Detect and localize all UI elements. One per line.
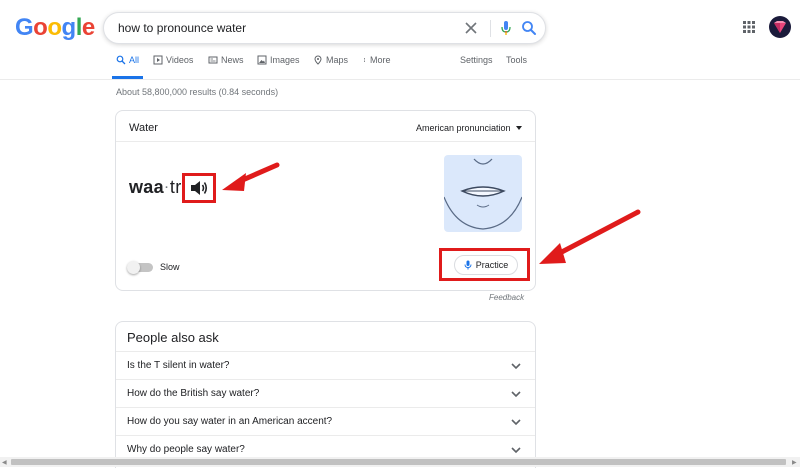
scroll-left-arrow-icon[interactable]: ◀ xyxy=(2,459,7,466)
tools-link[interactable]: Tools xyxy=(506,55,527,65)
slow-toggle[interactable] xyxy=(127,261,153,274)
question-text: Why do people say water? xyxy=(127,444,245,455)
tab-news[interactable]: News xyxy=(208,55,244,65)
tab-images[interactable]: Images xyxy=(257,55,300,65)
google-logo[interactable]: Google xyxy=(15,14,95,42)
image-icon xyxy=(257,55,267,65)
chevron-down-icon xyxy=(511,391,521,398)
horizontal-scrollbar[interactable]: ◀ ▶ xyxy=(0,457,800,467)
syllable: waa xyxy=(129,177,164,197)
practice-label: Practice xyxy=(475,260,509,270)
mouth-animation-image xyxy=(444,155,522,232)
syllable: tr xyxy=(169,177,182,197)
chevron-down-icon xyxy=(511,363,521,370)
question-text: How do you say water in an American acce… xyxy=(127,416,333,427)
settings-label: Settings xyxy=(460,55,493,65)
more-vertical-icon xyxy=(364,58,365,62)
practice-highlight: Practice xyxy=(439,248,530,281)
microphone-icon xyxy=(464,260,472,270)
chevron-down-icon xyxy=(511,447,521,454)
tab-all[interactable]: All xyxy=(116,55,139,65)
paa-question[interactable]: Is the T silent in water? xyxy=(116,351,535,380)
search-icon[interactable] xyxy=(520,19,538,37)
news-icon xyxy=(208,56,218,64)
people-also-ask: People also ask Is the T silent in water… xyxy=(115,321,536,468)
tab-maps[interactable]: Maps xyxy=(313,55,348,65)
tab-label: More xyxy=(370,55,391,65)
results-stats: About 58,800,000 results (0.84 seconds) xyxy=(116,87,279,97)
paa-question[interactable]: How do you say water in an American acce… xyxy=(116,407,535,436)
apps-grid-icon[interactable] xyxy=(742,20,756,34)
settings-link[interactable]: Settings xyxy=(460,55,493,65)
search-tabs: All Videos News Images Maps More Setting… xyxy=(0,48,800,80)
tab-label: Images xyxy=(270,55,300,65)
logo-letter: o xyxy=(47,14,62,41)
toggle-knob xyxy=(127,261,140,274)
microphone-icon[interactable] xyxy=(497,19,515,37)
close-icon[interactable] xyxy=(461,18,481,38)
tab-label: All xyxy=(129,55,140,65)
map-pin-icon xyxy=(314,55,322,65)
tools-label: Tools xyxy=(506,55,528,65)
card-divider xyxy=(116,141,535,142)
search-divider xyxy=(490,20,491,37)
logo-letter: o xyxy=(33,14,48,41)
tab-more[interactable]: More xyxy=(362,55,391,65)
account-avatar[interactable] xyxy=(769,16,791,38)
question-text: How do the British say water? xyxy=(127,388,260,399)
video-icon xyxy=(153,55,163,65)
question-text: Is the T silent in water? xyxy=(127,360,230,371)
play-pronunciation-button[interactable] xyxy=(182,173,216,203)
tab-videos[interactable]: Videos xyxy=(153,55,193,65)
feedback-link[interactable]: Feedback xyxy=(489,293,524,302)
pronunciation-word: Water xyxy=(129,122,158,134)
accent-selector[interactable]: American pronunciation xyxy=(416,123,523,133)
practice-button[interactable]: Practice xyxy=(454,255,518,275)
accent-label: American pronunciation xyxy=(416,123,511,133)
active-tab-indicator xyxy=(112,76,143,79)
mouth-illustration-icon xyxy=(444,158,522,230)
paa-title: People also ask xyxy=(127,330,219,345)
logo-letter: e xyxy=(81,14,95,41)
search-icon xyxy=(116,55,126,65)
speaker-icon xyxy=(191,181,208,195)
avatar-gem-icon xyxy=(774,21,786,33)
scroll-right-arrow-icon[interactable]: ▶ xyxy=(792,459,797,466)
logo-letter: G xyxy=(15,14,34,41)
search-input[interactable]: how to pronounce water xyxy=(118,21,246,35)
tab-label: News xyxy=(221,55,244,65)
slow-label: Slow xyxy=(160,262,180,272)
logo-letter: g xyxy=(61,14,77,41)
search-bar[interactable]: how to pronounce water xyxy=(103,12,546,44)
dropdown-triangle-icon xyxy=(516,126,523,130)
tab-label: Maps xyxy=(326,55,349,65)
paa-question[interactable]: How do the British say water? xyxy=(116,379,535,408)
syllable-separator: · xyxy=(164,182,169,195)
pronunciation-card: Water American pronunciation waa·tr Slow xyxy=(115,110,536,291)
phonetic-spelling: waa·tr xyxy=(129,177,182,198)
arrow-to-practice xyxy=(539,209,641,264)
scrollbar-thumb[interactable] xyxy=(11,459,786,465)
tab-label: Videos xyxy=(166,55,194,65)
chevron-down-icon xyxy=(511,419,521,426)
